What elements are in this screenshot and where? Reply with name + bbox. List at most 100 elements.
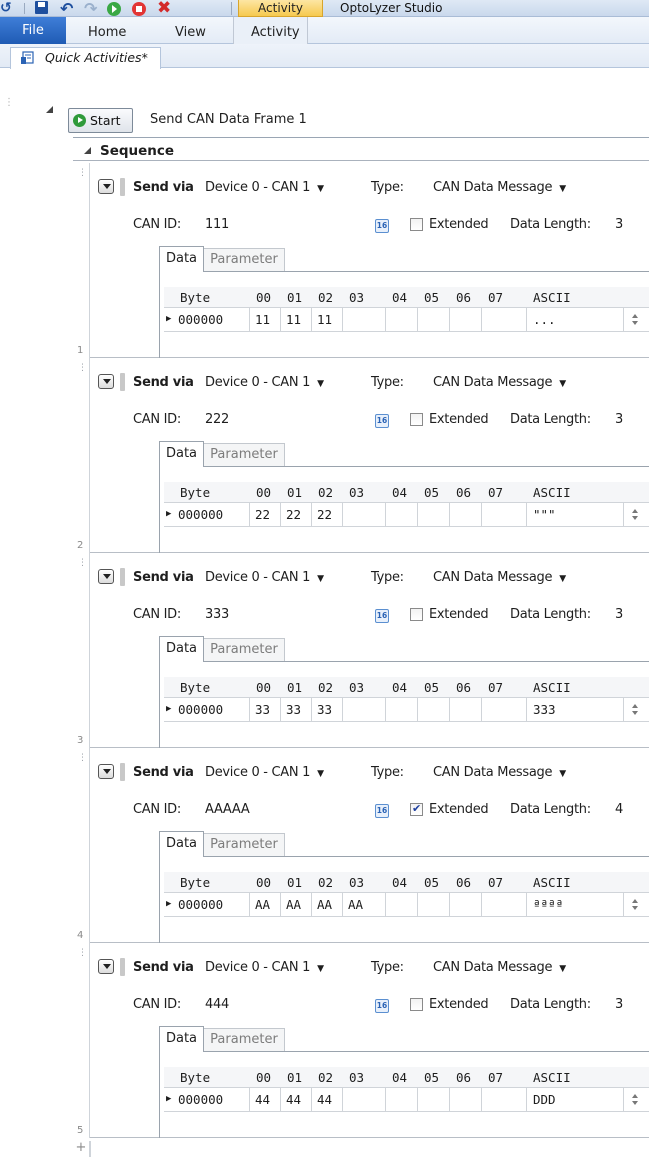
byte-cell[interactable]: 22	[281, 503, 312, 526]
grid-scrollbar[interactable]	[623, 893, 649, 917]
hex-format-icon[interactable]: 16	[375, 999, 389, 1013]
data-length-value[interactable]: 3	[615, 607, 623, 622]
tab-data[interactable]: Data	[159, 1026, 204, 1052]
byte-cell[interactable]	[450, 503, 482, 526]
device-dropdown[interactable]: Device 0 - CAN 1 ▼	[205, 180, 324, 195]
table-row[interactable]: 000000 ▶ 33 33 33 333	[164, 698, 649, 722]
byte-offset-cell[interactable]: 000000	[164, 1088, 250, 1111]
tab-activity[interactable]: Activity	[251, 17, 300, 44]
tab-view[interactable]: View	[175, 17, 206, 44]
byte-cell[interactable]: 44	[312, 1088, 343, 1111]
device-dropdown[interactable]: Device 0 - CAN 1 ▼	[205, 375, 324, 390]
context-tab-activity[interactable]: Activity	[238, 0, 323, 17]
frame-expand-button[interactable]	[98, 959, 114, 974]
redo-icon[interactable]: ↷	[84, 0, 97, 17]
extended-checkbox[interactable]	[410, 413, 423, 426]
byte-cell[interactable]: AA	[250, 893, 281, 916]
tab-home[interactable]: Home	[88, 17, 126, 44]
byte-cell[interactable]: AA	[343, 893, 386, 916]
byte-offset-cell[interactable]: 000000	[164, 698, 250, 721]
type-dropdown[interactable]: CAN Data Message ▼	[433, 375, 566, 390]
tab-quick-activities[interactable]: Quick Activities*	[10, 47, 161, 69]
byte-cell[interactable]	[386, 503, 418, 526]
save-icon[interactable]	[35, 1, 48, 14]
device-dropdown[interactable]: Device 0 - CAN 1 ▼	[205, 570, 324, 585]
tab-parameter[interactable]: Parameter	[203, 1028, 285, 1052]
tab-data[interactable]: Data	[159, 636, 204, 662]
byte-cell[interactable]: 33	[312, 698, 343, 721]
can-id-field[interactable]: 222	[205, 412, 229, 427]
frame-drag-handle-icon[interactable]: ⋮	[78, 364, 87, 373]
grid-scrollbar[interactable]	[623, 1088, 649, 1112]
ascii-cell[interactable]: ªªªª	[527, 893, 623, 916]
can-id-field[interactable]: 111	[205, 217, 229, 232]
byte-cell[interactable]: AA	[281, 893, 312, 916]
type-dropdown[interactable]: CAN Data Message ▼	[433, 960, 566, 975]
byte-cell[interactable]: 11	[250, 308, 281, 331]
byte-cell[interactable]	[418, 503, 450, 526]
can-id-field[interactable]: 444	[205, 997, 229, 1012]
data-length-value[interactable]: 3	[615, 997, 623, 1012]
byte-cell[interactable]	[482, 893, 527, 916]
hex-format-icon[interactable]: 16	[375, 219, 389, 233]
device-dropdown[interactable]: Device 0 - CAN 1 ▼	[205, 765, 324, 780]
frame-drag-handle-icon[interactable]: ⋮	[78, 169, 87, 178]
ascii-cell[interactable]: 333	[527, 698, 623, 721]
byte-cell[interactable]	[450, 1088, 482, 1111]
data-length-value[interactable]: 4	[615, 802, 623, 817]
start-button[interactable]: Start	[68, 108, 133, 133]
byte-cell[interactable]: 44	[250, 1088, 281, 1111]
byte-cell[interactable]	[343, 503, 386, 526]
type-dropdown[interactable]: CAN Data Message ▼	[433, 570, 566, 585]
hex-format-icon[interactable]: 16	[375, 609, 389, 623]
byte-cell[interactable]	[418, 698, 450, 721]
tab-parameter[interactable]: Parameter	[203, 443, 285, 467]
tab-data[interactable]: Data	[159, 246, 204, 272]
byte-cell[interactable]	[482, 1088, 527, 1111]
frame-expand-button[interactable]	[98, 764, 114, 779]
extended-checkbox[interactable]	[410, 608, 423, 621]
table-row[interactable]: 000000 ▶ 44 44 44 DDD	[164, 1088, 649, 1112]
table-row[interactable]: 000000 ▶ 22 22 22 """	[164, 503, 649, 527]
data-length-value[interactable]: 3	[615, 217, 623, 232]
byte-cell[interactable]	[343, 1088, 386, 1111]
byte-cell[interactable]	[418, 1088, 450, 1111]
close-icon[interactable]: ✖	[157, 0, 171, 17]
can-id-field[interactable]: 333	[205, 607, 229, 622]
byte-cell[interactable]	[450, 893, 482, 916]
byte-cell[interactable]	[482, 503, 527, 526]
byte-cell[interactable]	[343, 308, 386, 331]
add-step-icon[interactable]: +	[73, 1141, 90, 1157]
data-length-value[interactable]: 3	[615, 412, 623, 427]
byte-cell[interactable]	[386, 1088, 418, 1111]
activity-collapse-icon[interactable]	[46, 106, 53, 113]
byte-cell[interactable]	[450, 308, 482, 331]
activity-drag-handle-icon[interactable]: ⋮	[4, 98, 14, 114]
byte-cell[interactable]	[343, 698, 386, 721]
tab-parameter[interactable]: Parameter	[203, 833, 285, 857]
can-id-field[interactable]: AAAAA	[205, 802, 250, 817]
extended-checkbox[interactable]	[410, 802, 423, 816]
tab-data[interactable]: Data	[159, 441, 204, 467]
grid-scrollbar[interactable]	[623, 308, 649, 332]
grid-scrollbar[interactable]	[623, 698, 649, 722]
byte-offset-cell[interactable]: 000000	[164, 503, 250, 526]
hex-format-icon[interactable]: 16	[375, 414, 389, 428]
byte-cell[interactable]	[482, 308, 527, 331]
frame-expand-button[interactable]	[98, 179, 114, 194]
byte-cell[interactable]	[418, 308, 450, 331]
frame-expand-button[interactable]	[98, 569, 114, 584]
byte-cell[interactable]: 22	[250, 503, 281, 526]
frame-drag-handle-icon[interactable]: ⋮	[78, 559, 87, 568]
frame-expand-button[interactable]	[98, 374, 114, 389]
grid-scrollbar[interactable]	[623, 503, 649, 527]
tab-parameter[interactable]: Parameter	[203, 638, 285, 662]
byte-cell[interactable]: 33	[250, 698, 281, 721]
byte-cell[interactable]: AA	[312, 893, 343, 916]
stop-icon[interactable]	[132, 2, 146, 16]
ascii-cell[interactable]: """	[527, 503, 623, 526]
frame-drag-handle-icon[interactable]: ⋮	[78, 754, 87, 763]
byte-cell[interactable]: 33	[281, 698, 312, 721]
table-row[interactable]: 000000 ▶ AA AA AA AA ªªªª	[164, 893, 649, 917]
byte-cell[interactable]: 11	[281, 308, 312, 331]
